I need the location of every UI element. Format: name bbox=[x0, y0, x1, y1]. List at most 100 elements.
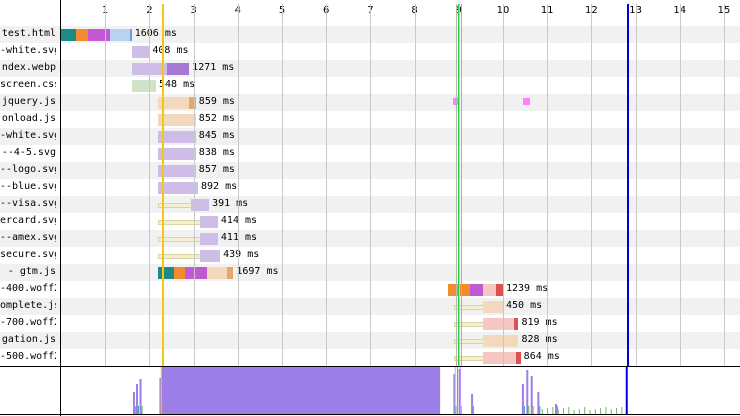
chart-bottom-border bbox=[0, 414, 740, 415]
request-duration: 439 ms bbox=[223, 249, 260, 260]
request-timing-segment bbox=[200, 233, 218, 245]
gridline-6 bbox=[326, 4, 328, 366]
activity-noise bbox=[552, 407, 554, 414]
activity-noise bbox=[584, 407, 586, 414]
request-duration: 838 ms bbox=[198, 147, 235, 158]
request-url-label: secure.svg bbox=[0, 249, 56, 260]
request-timing-segment bbox=[173, 267, 185, 279]
activity-noise bbox=[562, 408, 564, 414]
request-timing-segment bbox=[514, 318, 519, 330]
request-timing-segment bbox=[158, 182, 198, 194]
dom-interactive-graph-line bbox=[454, 367, 456, 414]
activity-spike bbox=[528, 406, 530, 414]
request-timing-segment bbox=[469, 284, 484, 296]
request-url-label: omplete.js bbox=[0, 300, 56, 311]
request-url-label: -400.woff2 bbox=[0, 283, 56, 294]
request-duration: 391 ms bbox=[212, 198, 249, 209]
gridline-4 bbox=[237, 4, 239, 366]
gridline-14 bbox=[679, 4, 681, 366]
activity-noise bbox=[541, 409, 543, 414]
waterfall-chart: 123456789101112131415 test.html1606 ms-w… bbox=[0, 0, 740, 416]
activity-noise bbox=[621, 407, 623, 414]
gridline-1 bbox=[105, 4, 107, 366]
request-timing-segment bbox=[516, 352, 521, 364]
request-duration: 1697 ms bbox=[236, 266, 279, 277]
request-duration: 1271 ms bbox=[192, 62, 235, 73]
request-timing-segment bbox=[483, 352, 521, 364]
gridline-3 bbox=[193, 4, 195, 366]
cpu-spike bbox=[530, 376, 533, 414]
gridline-5 bbox=[282, 4, 283, 366]
activity-spike bbox=[539, 406, 541, 414]
activity-noise bbox=[616, 408, 618, 414]
activity-spike bbox=[532, 406, 534, 414]
activity-noise bbox=[594, 409, 596, 414]
activity-spike bbox=[473, 406, 475, 414]
request-duration: 450 ms bbox=[506, 300, 543, 311]
request-duration: 1606 ms bbox=[134, 28, 177, 39]
cpu-spike bbox=[526, 370, 529, 414]
request-duration: 857 ms bbox=[198, 164, 235, 175]
request-timing-segment bbox=[158, 148, 196, 160]
load-event-graph-line bbox=[460, 367, 462, 414]
request-timing-segment bbox=[131, 80, 157, 92]
request-url-label: -500.woff2 bbox=[0, 351, 56, 362]
request-duration: 864 ms bbox=[523, 351, 560, 362]
request-timing-segment bbox=[483, 301, 503, 313]
request-timing-segment bbox=[87, 29, 110, 41]
request-timing-segment bbox=[131, 46, 150, 58]
request-url-label: onload.js bbox=[1, 113, 56, 124]
cpu-spike bbox=[136, 384, 139, 414]
request-duration: 828 ms bbox=[521, 334, 558, 345]
activity-noise bbox=[610, 409, 612, 414]
activity-noise bbox=[568, 407, 570, 414]
gridline-9 bbox=[458, 4, 460, 366]
request-timing-segment bbox=[184, 267, 207, 279]
gridline-11 bbox=[547, 4, 549, 366]
request-timing-segment bbox=[226, 267, 234, 279]
activity-noise bbox=[573, 410, 575, 414]
activity-spike bbox=[134, 406, 136, 414]
dom-content-loaded-line bbox=[457, 4, 459, 366]
request-wait-line bbox=[158, 237, 205, 242]
request-url-label: test.html bbox=[1, 28, 56, 39]
request-duration: 414 ms bbox=[220, 215, 258, 226]
request-duration: 859 ms bbox=[198, 96, 235, 107]
request-timing-segment bbox=[158, 114, 196, 126]
request-timing-segment bbox=[189, 97, 196, 109]
request-url-label: -700.woff2 bbox=[0, 317, 56, 328]
gridline-8 bbox=[414, 4, 416, 366]
document-complete-graph-line bbox=[625, 367, 628, 414]
request-timing-segment bbox=[158, 267, 174, 279]
request-duration: 411 ms bbox=[220, 232, 258, 243]
cpu-spike bbox=[139, 379, 142, 414]
cpu-busy-band bbox=[161, 367, 441, 414]
request-url-label: ndex.webp bbox=[1, 62, 56, 73]
request-url-label: jquery.js bbox=[1, 96, 56, 107]
activity-spike bbox=[523, 406, 525, 414]
request-duration: 852 ms bbox=[198, 113, 235, 124]
chart-left-border bbox=[60, 0, 61, 416]
start-render-line bbox=[161, 4, 164, 366]
js-execution-mark bbox=[522, 98, 530, 105]
request-duration: 1239 ms bbox=[506, 283, 549, 294]
request-timing-segment bbox=[158, 131, 196, 143]
cpu-spike bbox=[555, 404, 558, 414]
cpu-spike bbox=[537, 392, 540, 414]
load-event-line bbox=[461, 4, 462, 366]
request-wait-line bbox=[158, 220, 205, 225]
request-url-label: --visa.svg bbox=[0, 198, 56, 209]
activity-noise bbox=[605, 407, 607, 414]
gridline-7 bbox=[370, 4, 372, 366]
gridline-10 bbox=[503, 4, 504, 366]
gridline-2 bbox=[149, 4, 151, 366]
request-url-label: -white.svg bbox=[0, 45, 56, 56]
cpu-utilization-graph bbox=[132, 367, 628, 414]
request-timing-segment bbox=[167, 63, 190, 75]
request-url-label: --amex.svg bbox=[0, 232, 56, 243]
request-timing-segment bbox=[129, 29, 132, 41]
request-timing-segment bbox=[109, 29, 132, 41]
activity-spike bbox=[138, 406, 140, 414]
dom-content-loaded-graph-line bbox=[456, 367, 458, 414]
gridline-12 bbox=[591, 4, 593, 366]
